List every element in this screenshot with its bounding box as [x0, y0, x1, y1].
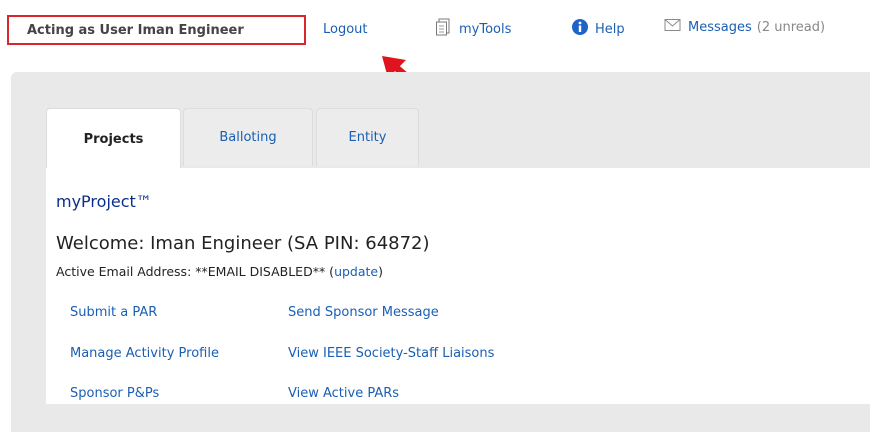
projects-content: myProject™ Welcome: Iman Engineer (SA PI… — [46, 168, 870, 404]
manage-activity-profile-link[interactable]: Manage Activity Profile — [70, 346, 219, 361]
submit-par-link[interactable]: Submit a PAR — [70, 305, 157, 320]
logout-link[interactable]: Logout — [323, 22, 368, 37]
email-close-paren: ) — [378, 264, 383, 279]
tab-projects[interactable]: Projects — [46, 108, 181, 170]
tab-balloting[interactable]: Balloting — [183, 108, 313, 166]
mytools-link[interactable]: myTools — [435, 18, 511, 40]
tab-projects-label: Projects — [83, 132, 144, 147]
email-text: Active Email Address: **EMAIL DISABLED**… — [56, 264, 335, 279]
info-icon — [571, 18, 589, 40]
unread-count: (2 unread) — [756, 19, 826, 35]
tab-entity-label: Entity — [348, 130, 387, 145]
tab-entity[interactable]: Entity — [316, 108, 419, 166]
sponsor-pps-link[interactable]: Sponsor P&Ps — [70, 386, 159, 401]
envelope-icon — [664, 18, 682, 36]
active-email-line: Active Email Address: **EMAIL DISABLED**… — [56, 264, 383, 279]
help-link[interactable]: Help — [571, 18, 625, 40]
panel-bottom — [11, 404, 870, 432]
view-liaisons-link[interactable]: View IEEE Society-Staff Liaisons — [288, 346, 494, 361]
view-active-pars-link[interactable]: View Active PARs — [288, 386, 399, 401]
help-label: Help — [595, 21, 625, 37]
myproject-title: myProject™ — [56, 192, 152, 211]
welcome-heading: Welcome: Iman Engineer (SA PIN: 64872) — [56, 233, 430, 254]
tab-balloting-label: Balloting — [219, 130, 277, 145]
messages-link[interactable]: Messages (2 unread) — [664, 18, 825, 36]
acting-as-user-text: Acting as User Iman Engineer — [27, 22, 244, 38]
update-email-link[interactable]: update — [334, 264, 378, 279]
acting-as-user-label: Acting as User Iman Engineer — [7, 15, 306, 45]
messages-label: Messages — [688, 19, 752, 35]
send-sponsor-message-link[interactable]: Send Sponsor Message — [288, 305, 439, 320]
mytools-label: myTools — [459, 21, 512, 37]
document-icon — [435, 18, 453, 40]
